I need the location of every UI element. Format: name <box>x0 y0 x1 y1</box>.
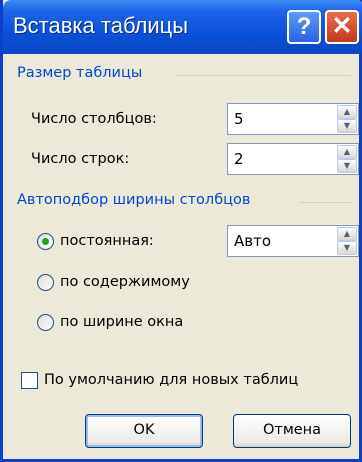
columns-spin-buttons: ▲ ▼ <box>337 105 357 133</box>
radio-fixed[interactable] <box>37 233 54 250</box>
radio-window[interactable] <box>37 314 54 331</box>
default-checkbox-label[interactable]: По умолчанию для новых таблиц <box>44 372 298 388</box>
columns-down-arrow-icon[interactable]: ▼ <box>337 119 357 133</box>
autofit-group-label: Автоподбор ширины столбцов <box>17 192 251 208</box>
rows-spinner[interactable]: 2 ▲ ▼ <box>227 143 359 175</box>
title-bar[interactable]: Вставка таблицы ? ✕ <box>3 0 362 54</box>
fixed-width-down-arrow-icon[interactable]: ▼ <box>337 241 357 255</box>
rows-down-arrow-icon[interactable]: ▼ <box>337 159 357 173</box>
radio-contents[interactable] <box>37 274 54 291</box>
help-button[interactable]: ? <box>287 10 321 44</box>
rows-label: Число строк: <box>31 151 130 167</box>
default-checkbox[interactable] <box>21 372 38 389</box>
columns-spinner[interactable]: 5 ▲ ▼ <box>227 103 359 135</box>
insert-table-dialog: Вставка таблицы ? ✕ Размер таблицы Число… <box>0 0 362 462</box>
radio-selected-dot <box>42 238 49 245</box>
ok-button[interactable]: OK <box>85 414 203 448</box>
columns-label: Число столбцов: <box>31 111 157 127</box>
rows-spin-buttons: ▲ ▼ <box>337 145 357 173</box>
fixed-width-up-arrow-icon[interactable]: ▲ <box>337 227 357 241</box>
window-label[interactable]: по ширине окна <box>60 314 183 330</box>
close-button[interactable]: ✕ <box>325 10 359 44</box>
table-size-group-label: Размер таблицы <box>17 65 143 81</box>
fixed-width-spin-buttons: ▲ ▼ <box>337 227 357 255</box>
help-icon: ? <box>296 13 312 40</box>
fixed-width-spinner[interactable]: Авто ▲ ▼ <box>227 225 359 257</box>
cancel-button[interactable]: Отмена <box>233 414 351 448</box>
fixed-width-value: Авто <box>234 232 272 250</box>
rows-value: 2 <box>234 150 244 168</box>
columns-up-arrow-icon[interactable]: ▲ <box>337 105 357 119</box>
fixed-label[interactable]: постоянная: <box>60 233 154 249</box>
close-icon: ✕ <box>331 12 353 40</box>
dialog-title: Вставка таблицы <box>13 13 189 38</box>
table-size-divider <box>175 75 351 76</box>
contents-label[interactable]: по содержимому <box>60 274 190 290</box>
columns-value: 5 <box>234 110 244 128</box>
rows-up-arrow-icon[interactable]: ▲ <box>337 145 357 159</box>
autofit-divider <box>299 202 351 203</box>
